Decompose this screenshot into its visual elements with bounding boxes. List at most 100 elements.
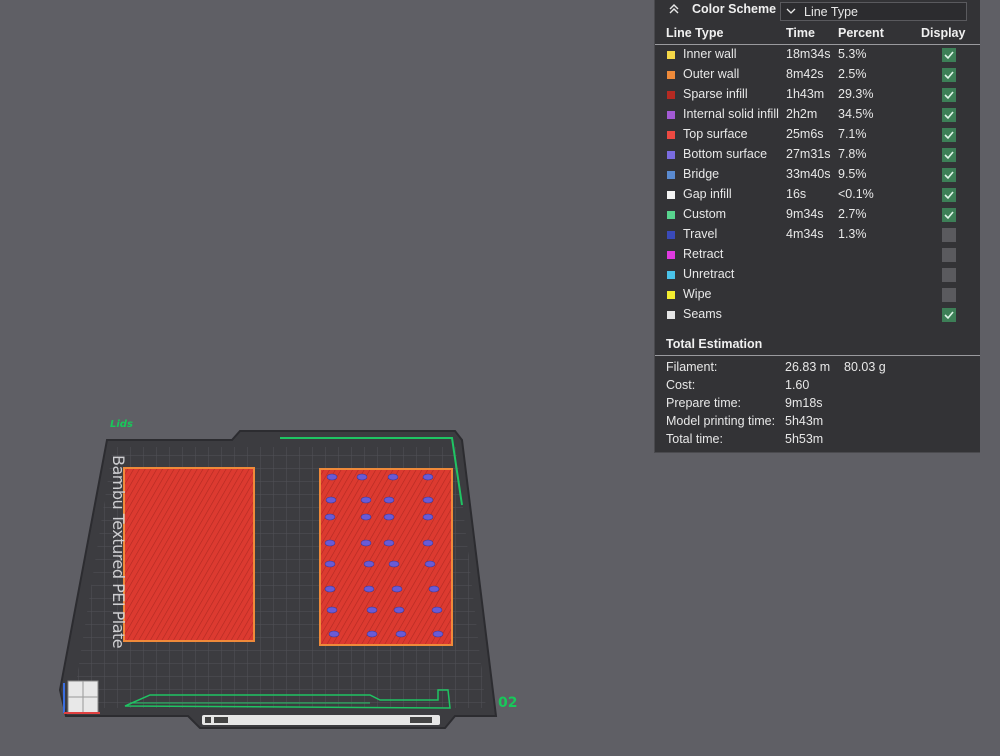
display-checkbox[interactable] (942, 128, 956, 142)
line-type-name: Retract (683, 247, 724, 261)
line-type-percent: 1.3% (838, 227, 867, 241)
line-type-percent: 9.5% (838, 167, 867, 181)
line-type-name: Sparse infill (683, 87, 748, 101)
line-type-time: 25m6s (786, 127, 824, 141)
display-checkbox[interactable] (942, 308, 956, 322)
line-type-time: 2h2m (786, 107, 818, 121)
collapse-chevron-up-icon[interactable] (667, 2, 681, 16)
color-swatch (667, 151, 675, 159)
display-checkbox[interactable] (942, 168, 956, 182)
display-checkbox[interactable] (942, 108, 956, 122)
display-checkbox[interactable] (942, 88, 956, 102)
color-swatch (667, 191, 675, 199)
plate-name-label: Lids (110, 419, 133, 430)
display-checkbox[interactable] (942, 228, 956, 242)
column-header-line-type: Line Type (666, 26, 724, 40)
estimation-value: 5h43m (785, 414, 824, 428)
estimation-value: 9m18s (785, 396, 823, 410)
line-type-row[interactable]: Unretract (655, 266, 980, 286)
estimation-label: Prepare time: (666, 396, 742, 410)
print-object-left (123, 467, 255, 642)
line-type-percent: 29.3% (838, 87, 874, 101)
line-type-name: Inner wall (683, 47, 737, 61)
line-type-name: Travel (683, 227, 718, 241)
line-type-name: Wipe (683, 287, 712, 301)
color-swatch (667, 211, 675, 219)
column-header-percent: Percent (838, 26, 884, 40)
line-type-name: Seams (683, 307, 722, 321)
color-swatch (667, 131, 675, 139)
line-type-name: Unretract (683, 267, 735, 281)
estimation-label: Model printing time: (666, 414, 776, 428)
line-type-percent: 2.5% (838, 67, 867, 81)
display-checkbox[interactable] (942, 48, 956, 62)
color-scheme-dropdown[interactable]: Line Type (780, 2, 967, 21)
estimation-label: Filament: (666, 360, 718, 374)
line-type-time: 16s (786, 187, 807, 201)
line-type-time: 4m34s (786, 227, 824, 241)
display-checkbox[interactable] (942, 188, 956, 202)
line-type-row[interactable]: Retract (655, 246, 980, 266)
line-type-name: Top surface (683, 127, 748, 141)
checkmark-icon (944, 91, 954, 100)
color-swatch (667, 171, 675, 179)
display-checkbox[interactable] (942, 248, 956, 262)
checkmark-icon (944, 51, 954, 60)
line-type-row[interactable]: Custom 9m34s 2.7% (655, 206, 980, 226)
column-header-time: Time (786, 26, 815, 40)
color-swatch (667, 71, 675, 79)
line-type-percent: 34.5% (838, 107, 874, 121)
color-scheme-panel: Color Scheme Line Type Line Type Time Pe… (654, 0, 980, 453)
line-type-row[interactable]: Wipe (655, 286, 980, 306)
line-type-percent: 5.3% (838, 47, 867, 61)
line-type-row[interactable]: Travel 4m34s 1.3% (655, 226, 980, 246)
color-swatch (667, 231, 675, 239)
line-type-time: 8m42s (786, 67, 824, 81)
display-checkbox[interactable] (942, 68, 956, 82)
estimation-label: Total time: (666, 432, 723, 446)
line-type-time: 33m40s (786, 167, 831, 181)
line-type-row[interactable]: Gap infill 16s <0.1% (655, 186, 980, 206)
line-type-name: Gap infill (683, 187, 732, 201)
color-swatch (667, 291, 675, 299)
line-type-row[interactable]: Bottom surface 27m31s 7.8% (655, 146, 980, 166)
color-swatch (667, 311, 675, 319)
line-type-name: Internal solid infill (683, 107, 779, 121)
checkmark-icon (944, 311, 954, 320)
plate-nameplate (202, 715, 440, 725)
line-type-time: 1h43m (786, 87, 825, 101)
checkmark-icon (944, 211, 954, 220)
bed-texture-label: Bambu Textured PEI Plate (109, 455, 128, 649)
display-checkbox[interactable] (942, 148, 956, 162)
panel-header: Color Scheme Line Type (655, 0, 980, 24)
dropdown-selected-value: Line Type (804, 5, 858, 19)
line-type-time: 18m34s (786, 47, 831, 61)
line-type-row[interactable]: Bridge 33m40s 9.5% (655, 166, 980, 186)
display-checkbox[interactable] (942, 288, 956, 302)
color-swatch (667, 51, 675, 59)
display-checkbox[interactable] (942, 208, 956, 222)
estimation-value-secondary: 80.03 g (844, 360, 886, 374)
line-type-time: 27m31s (786, 147, 831, 161)
line-type-row[interactable]: Internal solid infill 2h2m 34.5% (655, 106, 980, 126)
line-type-percent: 7.8% (838, 147, 867, 161)
estimation-label: Cost: (666, 378, 696, 392)
print-object-right (319, 468, 453, 646)
line-type-row[interactable]: Seams (655, 306, 980, 326)
estimation-value: 26.83 m (785, 360, 831, 374)
axis-gizmo-icon (63, 680, 100, 714)
line-type-row[interactable]: Inner wall 18m34s 5.3% (655, 46, 980, 66)
color-swatch (667, 91, 675, 99)
checkmark-icon (944, 171, 954, 180)
line-type-row[interactable]: Outer wall 8m42s 2.5% (655, 66, 980, 86)
line-type-name: Custom (683, 207, 727, 221)
color-swatch (667, 111, 675, 119)
color-scheme-title: Color Scheme (692, 2, 777, 16)
line-type-name: Outer wall (683, 67, 740, 81)
display-checkbox[interactable] (942, 268, 956, 282)
checkmark-icon (944, 191, 954, 200)
line-type-percent: <0.1% (838, 187, 874, 201)
line-type-row[interactable]: Top surface 25m6s 7.1% (655, 126, 980, 146)
line-type-time: 9m34s (786, 207, 824, 221)
line-type-row[interactable]: Sparse infill 1h43m 29.3% (655, 86, 980, 106)
